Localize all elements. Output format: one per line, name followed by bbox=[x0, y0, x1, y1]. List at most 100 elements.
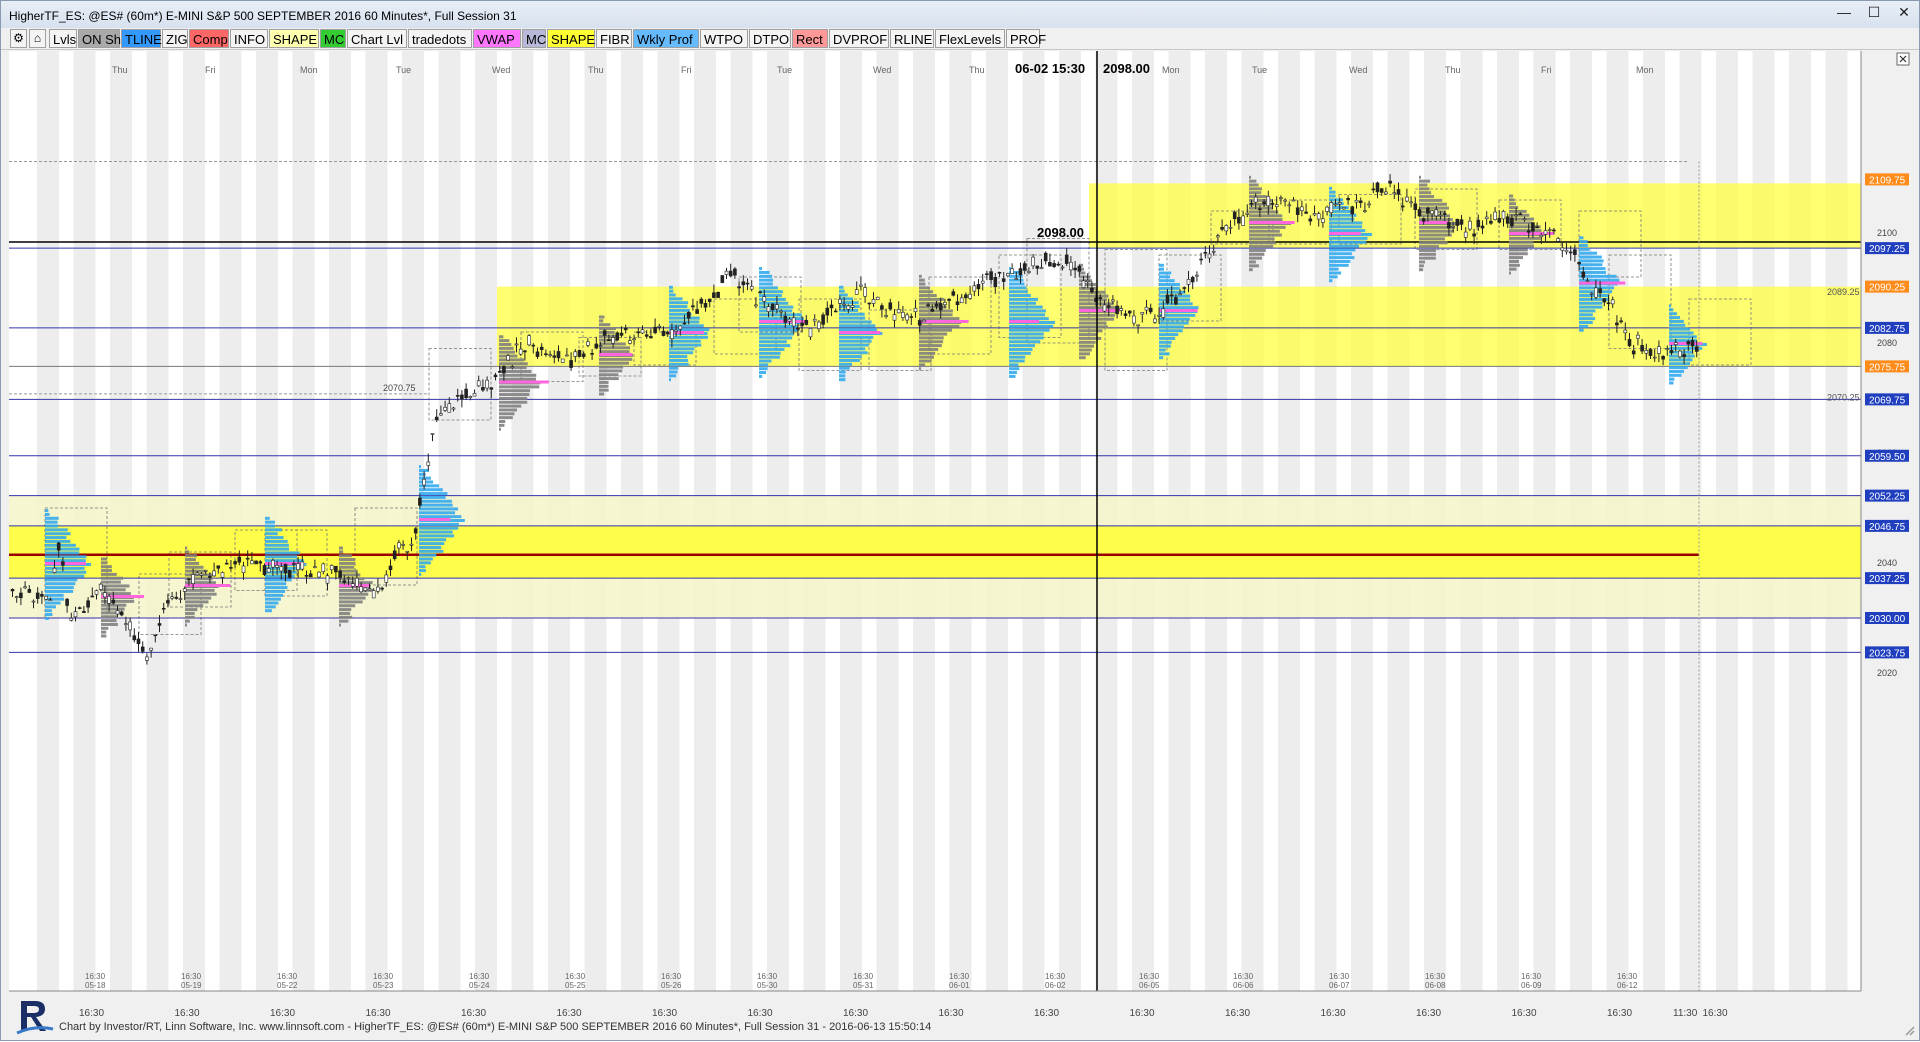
volume-profile-bar bbox=[419, 480, 434, 484]
toolbar-button-prof[interactable]: PROF bbox=[1006, 29, 1046, 48]
volume-profile-bar bbox=[599, 384, 609, 388]
toolbar-button-tline[interactable]: TLINE bbox=[121, 29, 162, 48]
volume-profile-bar bbox=[1669, 366, 1688, 370]
toolbar-button-mc[interactable]: MC bbox=[320, 29, 346, 48]
candle-body bbox=[733, 268, 737, 276]
candle-body bbox=[94, 590, 99, 595]
candle-body bbox=[1652, 356, 1657, 359]
session-time-label: 16:30 bbox=[1425, 972, 1446, 981]
session-date-label: 05-19 bbox=[181, 981, 202, 990]
candle-body bbox=[388, 565, 393, 571]
toolbar-button-mc[interactable]: MC bbox=[522, 29, 546, 48]
candle-body bbox=[1686, 341, 1691, 345]
toolbar-button-dtpo[interactable]: DTPO bbox=[749, 29, 791, 48]
volume-profile-bar bbox=[1509, 229, 1542, 233]
candle-body bbox=[569, 360, 573, 368]
volume-profile-bar bbox=[669, 362, 689, 366]
candle-body bbox=[985, 273, 989, 276]
volume-profile-bar bbox=[419, 488, 443, 492]
volume-profile-bar bbox=[1159, 348, 1166, 352]
home-icon[interactable]: ⌂ bbox=[29, 29, 46, 48]
toolbar-button-rline[interactable]: RLINE bbox=[890, 29, 934, 48]
volume-profile-bar bbox=[1249, 264, 1259, 268]
toolbar-button-shape[interactable]: SHAPE bbox=[269, 29, 319, 48]
volume-profile-bar bbox=[419, 561, 431, 565]
toolbar-button-chart-lvl[interactable]: Chart Lvl bbox=[347, 29, 407, 48]
candle-body bbox=[1178, 293, 1182, 296]
toolbar-button-zig[interactable]: ZIG bbox=[162, 29, 188, 48]
toolbar-button-vwap[interactable]: VWAP bbox=[473, 29, 521, 48]
volume-profile-bar bbox=[185, 546, 188, 550]
candle-body bbox=[1518, 213, 1523, 215]
volume-profile-bar bbox=[1419, 198, 1443, 202]
toolbar-button-wtpo[interactable]: WTPO bbox=[700, 29, 748, 48]
candle-body bbox=[1329, 202, 1334, 213]
resize-grip-icon[interactable] bbox=[1903, 1024, 1915, 1036]
volume-profile-bar bbox=[419, 572, 422, 576]
candle-body bbox=[405, 551, 410, 553]
candle-body bbox=[1316, 213, 1321, 220]
session-time-label: 16:30 bbox=[85, 972, 106, 981]
candle-body bbox=[481, 387, 485, 391]
candle-body bbox=[1577, 262, 1581, 265]
volume-profile-bar bbox=[1509, 252, 1528, 256]
volume-profile-bar bbox=[1509, 256, 1524, 260]
volume-profile-bar bbox=[599, 323, 611, 327]
volume-profile-bar bbox=[499, 393, 530, 397]
candle-body bbox=[1581, 271, 1586, 278]
candle-body bbox=[103, 592, 107, 598]
maximize-button[interactable]: ☐ bbox=[1859, 2, 1889, 22]
toolbar-button-flexlevels[interactable]: FlexLevels bbox=[935, 29, 1005, 48]
toolbar-button-lvls[interactable]: Lvls bbox=[49, 29, 77, 48]
candle-body bbox=[1111, 299, 1115, 302]
toolbar-button-wkly-prof[interactable]: Wkly Prof bbox=[633, 29, 699, 48]
volume-profile-bar bbox=[839, 285, 844, 289]
volume-profile-bar bbox=[265, 605, 276, 609]
volume-profile-bar bbox=[599, 350, 630, 354]
toolbar-button-comp[interactable]: Comp bbox=[189, 29, 229, 48]
candle-body bbox=[909, 316, 914, 318]
close-button[interactable]: ✕ bbox=[1889, 2, 1919, 22]
toolbar-button-rect[interactable]: Rect bbox=[792, 29, 828, 48]
candle-body bbox=[1615, 322, 1619, 326]
minimize-button[interactable]: — bbox=[1829, 2, 1859, 22]
volume-profile-bar bbox=[419, 492, 448, 496]
volume-profile-bar bbox=[1419, 241, 1448, 245]
volume-profile-bar bbox=[669, 285, 673, 289]
candle-body bbox=[1081, 280, 1086, 288]
candle-body bbox=[451, 407, 456, 410]
toolbar-button-tradedots[interactable]: tradedots bbox=[408, 29, 472, 48]
toolbar-button-info[interactable]: INFO bbox=[230, 29, 268, 48]
candle-body bbox=[938, 303, 943, 311]
settings-gear-icon[interactable]: ⚙ bbox=[10, 29, 27, 48]
value-area-zone-top bbox=[1089, 183, 1861, 249]
candle-body bbox=[119, 611, 124, 616]
candle-body bbox=[1169, 294, 1174, 297]
candle-body bbox=[506, 355, 510, 361]
toolbar-button-shape[interactable]: SHAPE bbox=[547, 29, 595, 48]
candle-body bbox=[1304, 211, 1308, 214]
toolbar-button-on-sh[interactable]: ON Sh bbox=[78, 29, 121, 48]
candle-body bbox=[514, 343, 519, 346]
candle-body bbox=[1098, 297, 1103, 300]
candle-body bbox=[1665, 348, 1670, 350]
volume-profile-bar bbox=[669, 366, 679, 370]
candle-body bbox=[1262, 201, 1266, 205]
volume-profile-bar bbox=[45, 536, 67, 540]
volume-profile-bar bbox=[1419, 187, 1430, 191]
title-bar[interactable]: HigherTF_ES: @ES# (60m*) E-MINI S&P 500 … bbox=[1, 1, 1919, 31]
candle-body bbox=[838, 298, 842, 304]
candle-body bbox=[170, 596, 174, 599]
candle-body bbox=[1195, 274, 1199, 277]
volume-profile-bar bbox=[185, 569, 207, 573]
toolbar-button-dvprof[interactable]: DVPROF bbox=[829, 29, 889, 48]
candle-body bbox=[283, 563, 288, 574]
candle-body bbox=[1426, 207, 1430, 214]
price-chart[interactable]: 210020802060204020202109.752097.252090.2… bbox=[9, 51, 1920, 1042]
session-date-label: 05-30 bbox=[757, 981, 778, 990]
chart-canvas[interactable]: 210020802060204020202109.752097.252090.2… bbox=[9, 51, 1920, 1042]
volume-profile-poc bbox=[669, 331, 705, 334]
toolbar-button-fibr[interactable]: FIBR bbox=[596, 29, 632, 48]
volume-profile-bar bbox=[419, 511, 456, 515]
volume-profile-bar bbox=[1669, 358, 1693, 362]
